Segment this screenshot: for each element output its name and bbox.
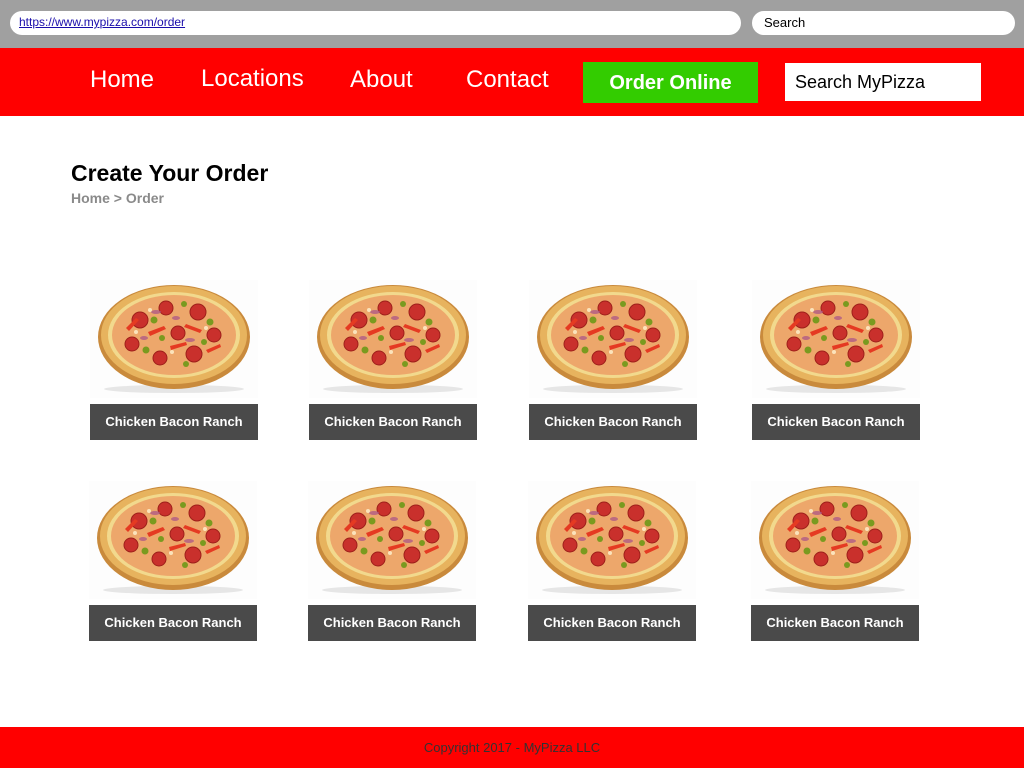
breadcrumb: Home > Order <box>71 190 164 206</box>
product-card[interactable]: Chicken Bacon Ranch <box>528 481 696 643</box>
product-card[interactable]: Chicken Bacon Ranch <box>308 481 476 643</box>
breadcrumb-separator: > <box>113 190 122 206</box>
address-bar[interactable]: https://www.mypizza.com/order <box>10 11 741 35</box>
site-footer: Copyright 2017 - MyPizza LLC <box>0 727 1024 768</box>
order-online-button[interactable]: Order Online <box>583 62 758 103</box>
breadcrumb-home-link[interactable]: Home <box>71 190 110 206</box>
url-link[interactable]: https://www.mypizza.com/order <box>19 15 185 29</box>
nav-home-link[interactable]: Home <box>90 66 154 94</box>
pizza-icon[interactable] <box>529 280 697 398</box>
browser-search-field[interactable]: Search <box>752 11 1015 35</box>
product-name-button[interactable]: Chicken Bacon Ranch <box>751 605 919 641</box>
pizza-icon[interactable] <box>309 280 477 398</box>
product-name-button[interactable]: Chicken Bacon Ranch <box>89 605 257 641</box>
pizza-icon[interactable] <box>90 280 258 398</box>
breadcrumb-current: Order <box>125 190 164 206</box>
pizza-icon[interactable] <box>308 481 476 599</box>
product-card[interactable]: Chicken Bacon Ranch <box>309 280 477 442</box>
product-card[interactable]: Chicken Bacon Ranch <box>529 280 697 442</box>
copyright-text: Copyright 2017 - MyPizza LLC <box>423 740 601 755</box>
pizza-icon[interactable] <box>751 481 919 599</box>
site-navbar: Home Locations About Contact Order Onlin… <box>0 48 1024 116</box>
nav-locations-link[interactable]: Locations <box>201 65 304 93</box>
page-title: Create Your Order <box>71 160 269 186</box>
nav-contact-link[interactable]: Contact <box>466 66 549 94</box>
browser-toolbar: https://www.mypizza.com/order Search <box>0 0 1024 48</box>
product-name-button[interactable]: Chicken Bacon Ranch <box>308 605 476 641</box>
pizza-icon[interactable] <box>89 481 257 599</box>
product-name-button[interactable]: Chicken Bacon Ranch <box>90 404 258 440</box>
product-card[interactable]: Chicken Bacon Ranch <box>89 481 257 643</box>
product-name-button[interactable]: Chicken Bacon Ranch <box>528 605 696 641</box>
nav-about-link[interactable]: About <box>350 66 413 94</box>
product-name-button[interactable]: Chicken Bacon Ranch <box>752 404 920 440</box>
product-card[interactable]: Chicken Bacon Ranch <box>90 280 258 442</box>
site-search-input[interactable] <box>785 63 981 101</box>
product-name-button[interactable]: Chicken Bacon Ranch <box>309 404 477 440</box>
product-card[interactable]: Chicken Bacon Ranch <box>752 280 920 442</box>
product-name-button[interactable]: Chicken Bacon Ranch <box>529 404 697 440</box>
pizza-icon[interactable] <box>752 280 920 398</box>
pizza-icon[interactable] <box>528 481 696 599</box>
product-card[interactable]: Chicken Bacon Ranch <box>751 481 919 643</box>
